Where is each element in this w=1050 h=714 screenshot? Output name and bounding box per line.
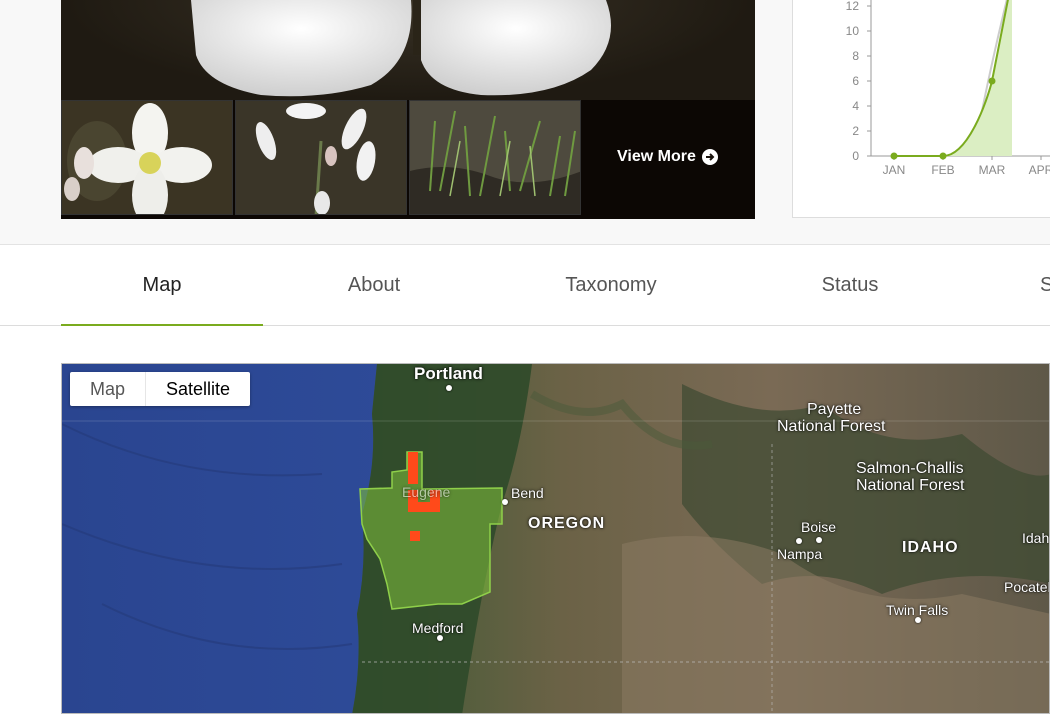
phenology-chart-svg: 0 2 4 6 8 10 12 JAN FEB MAR APR <box>846 0 1050 177</box>
thumbnail-1[interactable] <box>61 100 233 215</box>
view-more-link[interactable]: View More <box>617 148 718 166</box>
y-tick-label: 2 <box>852 124 859 138</box>
tab-about[interactable]: About <box>300 245 448 326</box>
y-tick-label: 12 <box>846 0 860 13</box>
map-label-payette-forest: National Forest <box>777 418 886 435</box>
map-label-bend: Bend <box>511 485 544 501</box>
thumbnail-3[interactable] <box>409 100 581 215</box>
city-dot <box>816 537 822 543</box>
city-dot <box>437 635 443 641</box>
x-tick-label: FEB <box>931 163 954 177</box>
page: View More 0 2 4 6 8 10 12 JAN FEB MAR APR Map Abou… <box>0 0 1050 714</box>
section-tabs: Map About Taxonomy Status S <box>0 244 1050 327</box>
map-label-salmon-forest: National Forest <box>856 477 965 494</box>
x-tick-label: MAR <box>979 163 1006 177</box>
satellite-view-button[interactable]: Satellite <box>145 372 250 406</box>
view-more-label: View More <box>617 148 696 165</box>
y-tick-label: 4 <box>852 99 859 113</box>
y-tick-label: 8 <box>852 49 859 63</box>
map-label-medford: Medford <box>412 620 464 636</box>
map-label-idaho: IDAHO <box>902 539 959 556</box>
observation-cell[interactable] <box>408 452 418 484</box>
range-map[interactable]: Map Satellite Portland Bend OREGON Eugen… <box>61 363 1050 714</box>
y-tick-label: 10 <box>846 24 860 38</box>
city-dot <box>915 617 921 623</box>
photo-gallery: View More <box>61 0 755 219</box>
map-type-toggle: Map Satellite <box>70 372 251 406</box>
map-label-eugene: Eugene <box>402 484 451 500</box>
tab-taxonomy[interactable]: Taxonomy <box>530 245 692 326</box>
data-point[interactable] <box>890 152 898 160</box>
tab-more[interactable]: S <box>1030 245 1050 326</box>
observation-cell[interactable] <box>410 531 420 541</box>
data-point[interactable] <box>988 77 996 85</box>
map-label-salmon-challis: Salmon-Challis <box>856 460 964 477</box>
x-tick-label: JAN <box>883 163 906 177</box>
arrow-right-circle-icon <box>701 149 718 165</box>
map-label-oregon: OREGON <box>528 515 606 532</box>
city-dot <box>446 385 452 391</box>
thumbnail-2[interactable] <box>235 100 407 215</box>
map-label-pocatello: Pocatel <box>1004 579 1050 595</box>
hero-photo[interactable] <box>61 0 755 100</box>
x-tick-label: APR <box>1029 163 1050 177</box>
map-section: Map Satellite Portland Bend OREGON Eugen… <box>0 326 1050 714</box>
map-label-twin-falls: Twin Falls <box>886 602 949 618</box>
tab-status[interactable]: Status <box>790 245 910 326</box>
map-label-payette: Payette <box>807 401 862 418</box>
map-label-portland: Portland <box>414 364 483 383</box>
map-label-boise: Boise <box>801 519 837 535</box>
data-point[interactable] <box>939 152 947 160</box>
city-dot <box>796 538 802 544</box>
city-dot <box>502 499 508 505</box>
series-area <box>894 0 1012 156</box>
phenology-chart: 0 2 4 6 8 10 12 JAN FEB MAR APR <box>792 0 1050 218</box>
map-label-nampa: Nampa <box>777 546 823 562</box>
y-tick-label: 6 <box>852 74 859 88</box>
tab-map[interactable]: Map <box>61 245 263 327</box>
y-tick-label: 0 <box>852 149 859 163</box>
map-view-button[interactable]: Map <box>70 372 145 406</box>
map-label-idaho-falls: Idaho <box>1022 530 1050 546</box>
